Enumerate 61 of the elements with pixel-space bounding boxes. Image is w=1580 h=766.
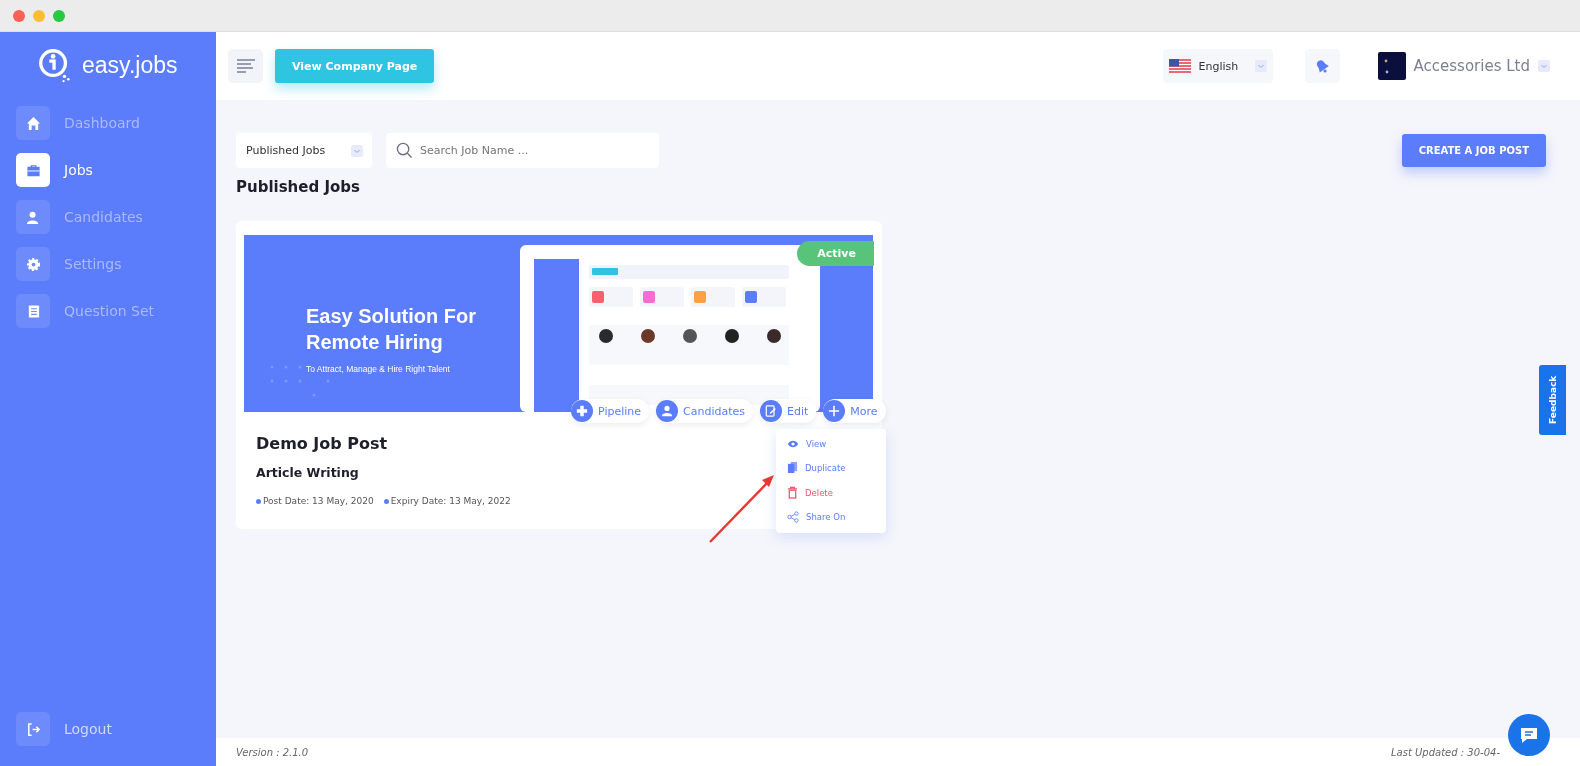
menu-item[interactable]: Duplicate xyxy=(776,455,886,480)
banner-tagline: To Attract, Manage & Hire Right Talent xyxy=(306,364,451,374)
feedback-tab[interactable]: Feedback xyxy=(1539,365,1566,435)
sidebar-item[interactable]: Dashboard xyxy=(16,106,200,140)
job-date: Post Date: 13 May, 2020 xyxy=(256,496,374,506)
plus-icon xyxy=(828,405,841,417)
section-title: Published Jobs xyxy=(236,178,361,196)
menu-item[interactable]: Share On xyxy=(776,505,886,529)
annotation-arrow xyxy=(707,472,777,544)
job-title: Demo Job Post xyxy=(256,434,388,453)
sidebar-item[interactable]: Candidates xyxy=(16,200,200,234)
logout-icon xyxy=(25,721,41,737)
company-logo-icon xyxy=(1377,52,1406,80)
search-field[interactable]: Search Job Name ... xyxy=(386,133,659,168)
job-date: Expiry Date: 13 May, 2022 xyxy=(383,496,511,506)
sidebar-item[interactable]: Settings xyxy=(16,247,200,281)
create-job-button[interactable]: CREATE A JOB POST xyxy=(1401,134,1546,167)
chevron-down-icon xyxy=(1538,60,1550,72)
notification-button[interactable] xyxy=(1304,49,1340,83)
window-control[interactable] xyxy=(13,9,25,22)
menu-item[interactable]: Delete xyxy=(776,480,886,505)
sidebar-item[interactable]: Jobs xyxy=(16,153,200,187)
logout-item[interactable]: Logout xyxy=(16,712,200,746)
window-control[interactable] xyxy=(33,9,45,22)
window-control[interactable] xyxy=(53,9,65,22)
job-action-button[interactable]: Edit xyxy=(760,399,817,423)
menu-button[interactable] xyxy=(228,49,263,83)
menu-item[interactable]: View xyxy=(776,433,886,455)
search-icon xyxy=(396,142,413,159)
settings-icon xyxy=(25,256,41,272)
trash-icon xyxy=(787,486,798,499)
sidebar-item[interactable]: Question Set xyxy=(16,294,200,328)
banner-headline: Easy Solution For Remote Hiring xyxy=(306,304,478,355)
version-text: Version : 2.1.0 xyxy=(236,746,309,758)
status-select[interactable]: Published Jobs xyxy=(236,133,372,168)
last-updated-text: Last Updated : 30-04- xyxy=(1391,746,1500,758)
job-action-button[interactable]: Pipeline xyxy=(571,399,650,423)
view-company-button[interactable]: View Company Page xyxy=(275,49,435,83)
status-badge: Active xyxy=(797,241,874,266)
chevron-down-icon xyxy=(1254,60,1267,72)
logo-text: easy.jobs xyxy=(82,51,178,79)
chevron-down-icon xyxy=(351,144,363,157)
user-icon xyxy=(661,405,674,417)
job-category: Article Writing xyxy=(256,465,359,480)
copy-icon xyxy=(787,461,798,474)
job-action-button[interactable]: More xyxy=(823,399,886,423)
briefcase-icon xyxy=(25,162,41,178)
chat-icon xyxy=(1519,726,1539,744)
plus-icon xyxy=(576,405,588,417)
menu-icon xyxy=(235,58,256,74)
job-action-button[interactable]: Candidates xyxy=(656,399,754,423)
home-icon xyxy=(25,115,41,131)
user-icon xyxy=(25,209,41,225)
company-select[interactable]: Accessories Ltd xyxy=(1377,52,1550,80)
flag-icon xyxy=(1168,59,1191,73)
bell-icon xyxy=(1314,58,1331,74)
edit-icon xyxy=(765,405,778,417)
eye-icon xyxy=(787,439,799,449)
chat-button[interactable] xyxy=(1508,714,1550,756)
language-select[interactable]: English xyxy=(1162,49,1273,83)
share-icon xyxy=(787,511,799,523)
